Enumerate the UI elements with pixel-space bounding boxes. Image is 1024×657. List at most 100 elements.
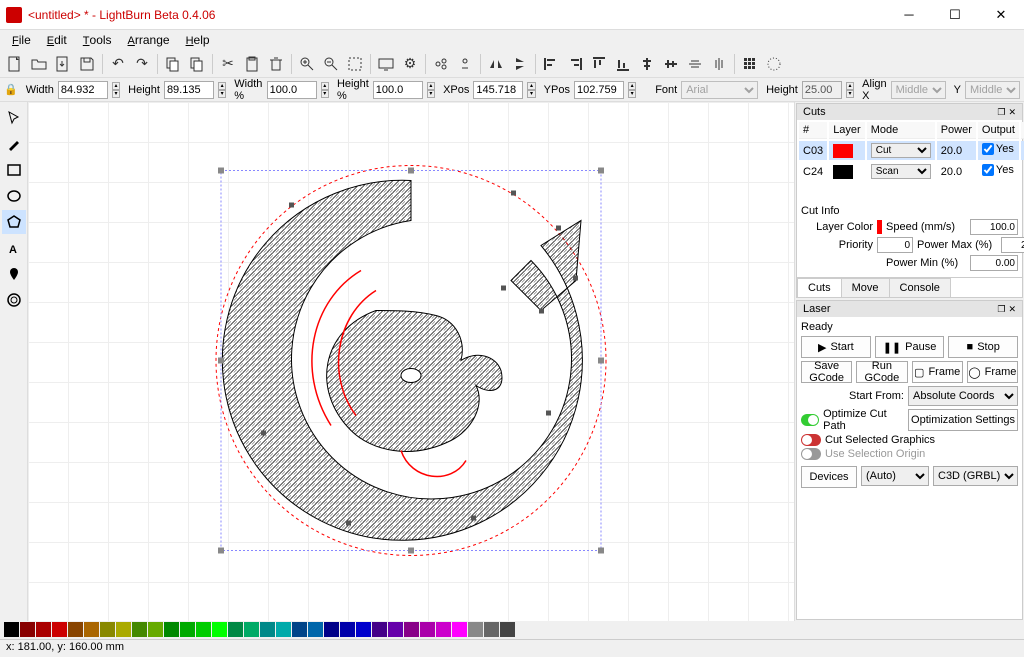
tab-move[interactable]: Move [841, 278, 890, 297]
palette-swatch[interactable] [500, 622, 515, 637]
font-select[interactable]: Arial [681, 81, 758, 99]
align-left-icon[interactable] [540, 53, 562, 75]
palette-swatch[interactable] [436, 622, 451, 637]
redo-icon[interactable]: ↷ [131, 53, 153, 75]
cutsel-toggle[interactable] [801, 434, 821, 446]
widthp-input[interactable] [267, 81, 317, 99]
palette-swatch[interactable] [388, 622, 403, 637]
open-icon[interactable] [28, 53, 50, 75]
height-input[interactable] [164, 81, 214, 99]
rungcode-button[interactable]: Run GCode [856, 361, 907, 383]
rect-tool[interactable] [2, 158, 26, 182]
group-icon[interactable] [430, 53, 452, 75]
draw-tool[interactable] [2, 132, 26, 156]
alignx-select[interactable]: Middle [891, 81, 946, 99]
mode-select[interactable]: Scan [871, 164, 931, 179]
menu-arrange[interactable]: Arrange [120, 31, 178, 49]
palette-swatch[interactable] [404, 622, 419, 637]
align-vcenter2-icon[interactable] [708, 53, 730, 75]
palette-swatch[interactable] [292, 622, 307, 637]
align-bottom-icon[interactable] [612, 53, 634, 75]
align-right-icon[interactable] [564, 53, 586, 75]
palette-swatch[interactable] [180, 622, 195, 637]
startfrom-select[interactable]: Absolute Coords [908, 386, 1018, 406]
palette-swatch[interactable] [276, 622, 291, 637]
select-tool[interactable] [2, 106, 26, 130]
polygon-tool[interactable] [2, 210, 26, 234]
ellipse-tool[interactable] [2, 184, 26, 208]
palette-swatch[interactable] [68, 622, 83, 637]
palette-swatch[interactable] [36, 622, 51, 637]
cuts-row[interactable]: C03 Cut 20.0 Yes No [799, 141, 1024, 160]
cut-icon[interactable]: ✂ [217, 53, 239, 75]
minimize-button[interactable]: ─ [886, 0, 932, 30]
tab-cuts[interactable]: Cuts [797, 278, 842, 297]
lock-icon[interactable]: 🔒 [4, 82, 18, 98]
device-auto-select[interactable]: (Auto) [861, 466, 929, 486]
align-hcenter2-icon[interactable] [684, 53, 706, 75]
align-top-icon[interactable] [588, 53, 610, 75]
menu-help[interactable]: Help [178, 31, 218, 49]
panel-close-icon[interactable]: ✕ [1008, 107, 1016, 118]
palette-swatch[interactable] [452, 622, 467, 637]
savegcode-button[interactable]: Save GCode [801, 361, 852, 383]
pause-button[interactable]: ❚❚ Pause [875, 336, 945, 358]
zoom-out-icon[interactable] [320, 53, 342, 75]
palette-swatch[interactable] [100, 622, 115, 637]
flipv-icon[interactable] [509, 53, 531, 75]
fliph-icon[interactable] [485, 53, 507, 75]
menu-edit[interactable]: Edit [39, 31, 75, 49]
priority-input[interactable] [877, 237, 913, 253]
layercolor-swatch[interactable] [877, 220, 882, 234]
tab-console[interactable]: Console [889, 278, 951, 297]
palette-swatch[interactable] [260, 622, 275, 637]
paste-icon[interactable] [241, 53, 263, 75]
palette-swatch[interactable] [84, 622, 99, 637]
speed-input[interactable] [970, 219, 1018, 235]
palette-swatch[interactable] [340, 622, 355, 637]
align-vcenter-icon[interactable] [660, 53, 682, 75]
ungroup-icon[interactable] [454, 53, 476, 75]
palette-swatch[interactable] [420, 622, 435, 637]
frame-oval-button[interactable]: ◯ Frame [967, 361, 1018, 383]
palette-swatch[interactable] [148, 622, 163, 637]
radial-array-icon[interactable] [763, 53, 785, 75]
ypos-input[interactable] [574, 81, 624, 99]
palette-swatch[interactable] [164, 622, 179, 637]
duplicate-icon[interactable] [186, 53, 208, 75]
optimize-toggle[interactable] [801, 414, 819, 426]
save-icon[interactable] [76, 53, 98, 75]
fheight-input[interactable] [802, 81, 842, 99]
palette-swatch[interactable] [116, 622, 131, 637]
marker-tool[interactable] [2, 262, 26, 286]
align-hcenter-icon[interactable] [636, 53, 658, 75]
palette-swatch[interactable] [196, 622, 211, 637]
powermax-input[interactable] [1001, 237, 1024, 253]
zoom-frame-icon[interactable] [344, 53, 366, 75]
palette-swatch[interactable] [212, 622, 227, 637]
palette-swatch[interactable] [132, 622, 147, 637]
palette-swatch[interactable] [4, 622, 19, 637]
new-icon[interactable] [4, 53, 26, 75]
palette-swatch[interactable] [244, 622, 259, 637]
offset-tool[interactable] [2, 288, 26, 312]
palette-swatch[interactable] [20, 622, 35, 637]
palette-swatch[interactable] [308, 622, 323, 637]
aligny-select[interactable]: Middle [965, 81, 1020, 99]
panel-restore-icon[interactable]: ❐ [997, 107, 1005, 118]
menu-tools[interactable]: Tools [75, 31, 120, 49]
width-input[interactable] [58, 81, 108, 99]
mode-select[interactable]: Cut [871, 143, 931, 158]
canvas[interactable] [28, 102, 794, 621]
heightp-input[interactable] [373, 81, 423, 99]
zoom-in-icon[interactable] [296, 53, 318, 75]
palette-swatch[interactable] [52, 622, 67, 637]
delete-icon[interactable] [265, 53, 287, 75]
optsettings-button[interactable]: Optimization Settings [908, 409, 1018, 431]
menu-file[interactable]: File [4, 31, 39, 49]
start-button[interactable]: ▶ Start [801, 336, 871, 358]
palette-swatch[interactable] [468, 622, 483, 637]
palette-swatch[interactable] [356, 622, 371, 637]
artwork-dragon[interactable] [201, 150, 621, 570]
maximize-button[interactable]: ☐ [932, 0, 978, 30]
